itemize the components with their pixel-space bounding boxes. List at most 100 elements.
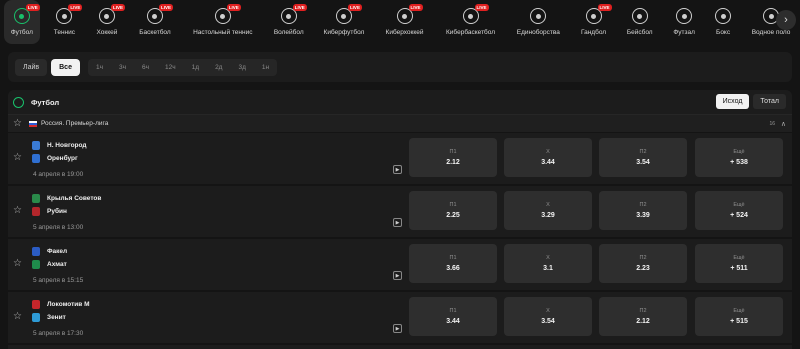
match-start-time: 5 апреля в 13:00: [33, 224, 84, 231]
sport-tab-label: Волейбол: [273, 29, 304, 36]
odds-away-button[interactable]: П2 2.12: [599, 297, 687, 336]
sport-tab-label: Бейсбол: [626, 29, 653, 36]
odds-home-button[interactable]: П1 2.25: [409, 191, 497, 230]
time-range-button[interactable]: 6ч: [134, 59, 157, 76]
odds-draw-button[interactable]: Х 3.54: [504, 297, 592, 336]
sport-tab[interactable]: LIVE Футбол: [4, 0, 40, 44]
sport-tab[interactable]: Футзал: [666, 0, 702, 44]
home-team: Локомотив М: [32, 300, 90, 309]
sport-tab[interactable]: LIVE Гандбол: [574, 0, 613, 44]
star-icon[interactable]: ☆: [13, 118, 23, 129]
time-range-group: 1ч 3ч 6ч 12ч 1д 2д 3д 1н: [87, 58, 278, 76]
chevron-up-icon[interactable]: ∧: [781, 120, 786, 128]
odds-draw-button[interactable]: Х 3.1: [504, 244, 592, 283]
russia-flag-icon: [29, 120, 37, 127]
match-start-time: 4 апреля в 19:00: [33, 171, 84, 178]
live-badge: LIVE: [158, 4, 173, 11]
star-icon[interactable]: ☆: [13, 206, 23, 216]
sport-tab[interactable]: LIVE Хоккей: [89, 0, 125, 44]
sport-tab[interactable]: LIVE Баскетбол: [132, 0, 178, 44]
odds-label: Х: [546, 308, 550, 314]
baseball-icon: [631, 8, 648, 24]
match-start-time: 5 апреля в 17:30: [33, 330, 84, 337]
odds-away-button[interactable]: П2 3.39: [599, 191, 687, 230]
time-range-button[interactable]: 2д: [207, 59, 230, 76]
sport-tab[interactable]: LIVE Волейбол: [267, 0, 310, 44]
team-crest-icon: [32, 154, 40, 163]
play-icon[interactable]: ▶: [393, 165, 402, 174]
live-badge: LIVE: [292, 4, 307, 11]
odds-home-button[interactable]: П1 3.66: [409, 244, 497, 283]
play-icon[interactable]: ▶: [393, 218, 402, 227]
league-name: Россия. Премьер-лига: [41, 120, 109, 127]
sport-tab[interactable]: Единоборства: [510, 0, 567, 44]
odds-label: П1: [449, 308, 457, 314]
league-header[interactable]: ☆ Россия. Премьер-лига 16 ∧: [8, 115, 792, 133]
boxing-icon: [715, 8, 732, 24]
filter-bar: Лайв Все 1ч 3ч 6ч 12ч 1д 2д 3д 1н: [8, 52, 792, 82]
match-row[interactable]: ☆ Факел Ахмат 5 апреля в 15:15 ▶ П1 3.66 Х 3.1 П2…: [8, 239, 792, 292]
star-icon[interactable]: ☆: [13, 312, 23, 322]
odds-value: 2.23: [636, 265, 650, 272]
sport-tab-label: Баскетбол: [139, 29, 171, 36]
odds-home-button[interactable]: П1 2.12: [409, 138, 497, 177]
more-markets-button[interactable]: Ещё + 524: [695, 191, 783, 230]
play-icon[interactable]: ▶: [393, 324, 402, 333]
live-badge: LIVE: [110, 4, 125, 11]
time-range-button[interactable]: 12ч: [157, 59, 184, 76]
odds-label: П2: [639, 149, 647, 155]
live-filter-button[interactable]: Лайв: [15, 58, 48, 76]
time-range-button[interactable]: 1ч: [88, 59, 111, 76]
team-crest-icon: [32, 247, 40, 256]
odds-away-button[interactable]: П2 2.23: [599, 244, 687, 283]
time-range-button[interactable]: 1д: [184, 59, 207, 76]
team-name: Факел: [47, 248, 68, 255]
live-badge: LIVE: [226, 4, 241, 11]
sport-tab-label: Футбол: [10, 29, 33, 36]
sport-tab[interactable]: LIVE Киберхоккей: [378, 0, 432, 44]
market-total-button[interactable]: Тотал: [753, 94, 786, 109]
away-team: Рубин: [32, 207, 67, 216]
section-header: Футбол Исход Тотал: [8, 90, 792, 115]
away-team: Ахмат: [32, 260, 67, 269]
match-row[interactable]: ☆ Н. Новгород Оренбург 4 апреля в 19:00 ▶ П1 2…: [8, 133, 792, 186]
match-row[interactable]: ☆ Крылья Советов Рубин 5 апреля в 13:00 ▶ П1 2…: [8, 186, 792, 239]
home-team: Н. Новгород: [32, 141, 87, 150]
time-range-button[interactable]: 3д: [230, 59, 253, 76]
market-outcome-button[interactable]: Исход: [715, 94, 750, 109]
more-markets-button[interactable]: Ещё + 511: [695, 244, 783, 283]
star-icon[interactable]: ☆: [13, 153, 23, 163]
odds-value: + 515: [730, 318, 748, 325]
team-name: Оренбург: [47, 155, 78, 162]
more-markets-button[interactable]: Ещё + 538: [695, 138, 783, 177]
live-badge: LIVE: [25, 4, 40, 11]
away-team: Зенит: [32, 313, 66, 322]
sport-tab-label: Единоборства: [516, 29, 560, 36]
sport-tab[interactable]: Бейсбол: [620, 0, 659, 44]
match-row[interactable]: ☆ Локомотив М Зенит 5 апреля в 17:30 ▶ П1 3.44…: [8, 292, 792, 345]
odds-away-button[interactable]: П2 3.54: [599, 138, 687, 177]
star-icon[interactable]: ☆: [13, 259, 23, 269]
sport-tab-label: Гандбол: [580, 29, 607, 36]
sport-tab[interactable]: LIVE Теннис: [47, 0, 83, 44]
sport-tab[interactable]: LIVE Киберфутбол: [317, 0, 371, 44]
scroll-right-button[interactable]: ›: [776, 10, 796, 30]
live-badge: LIVE: [68, 4, 83, 11]
team-crest-icon: [32, 194, 40, 203]
odds-value: 2.25: [446, 212, 460, 219]
sport-tab[interactable]: LIVE Настольный теннис: [185, 0, 260, 44]
odds-home-button[interactable]: П1 3.44: [409, 297, 497, 336]
more-markets-button[interactable]: Ещё + 515: [695, 297, 783, 336]
sport-tab-label: Киберфутбол: [323, 29, 365, 36]
sport-tab[interactable]: LIVE Кибербаскетбол: [438, 0, 502, 44]
odds-draw-button[interactable]: Х 3.29: [504, 191, 592, 230]
odds-value: 3.44: [446, 318, 460, 325]
team-crest-icon: [32, 313, 40, 322]
odds-draw-button[interactable]: Х 3.44: [504, 138, 592, 177]
all-filter-button[interactable]: Все: [51, 58, 80, 76]
home-team: Факел: [32, 247, 67, 256]
play-icon[interactable]: ▶: [393, 271, 402, 280]
time-range-button[interactable]: 1н: [254, 59, 277, 76]
time-range-button[interactable]: 3ч: [111, 59, 134, 76]
sport-tab[interactable]: Бокс: [709, 0, 737, 44]
